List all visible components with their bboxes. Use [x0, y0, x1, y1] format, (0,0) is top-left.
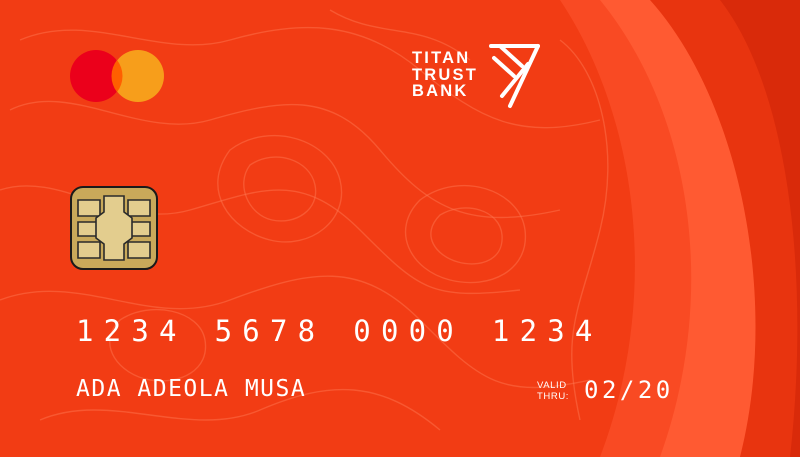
- valid-label-line1: VALID: [537, 380, 567, 391]
- emv-chip-icon: [70, 186, 158, 270]
- card-number-group-1: 1234: [76, 314, 187, 348]
- card-number-group-3: 0000: [353, 314, 464, 348]
- bank-name-line3: BANK: [412, 82, 469, 100]
- mastercard-logo-icon: [70, 50, 170, 102]
- valid-label-line2: THRU:: [537, 391, 570, 402]
- bank-logo-icon: [489, 44, 540, 108]
- bank-name-line2: TRUST: [412, 65, 478, 84]
- valid-thru-label: VALID THRU:: [537, 380, 569, 402]
- expiry-date: 02/20: [584, 376, 674, 404]
- bank-name-line1: TITAN: [412, 49, 471, 67]
- card-number-group-4: 1234: [491, 314, 603, 348]
- bank-name: TITAN TRUST BANK: [412, 50, 478, 100]
- card-holder-name: ADA ADEOLA MUSA: [76, 376, 307, 402]
- card-number-group-2: 5678: [214, 314, 326, 348]
- card-number: 1234 5678 0000 1234: [76, 314, 603, 348]
- credit-card: TITAN TRUST BANK 1234 5678 0000 1234 ADA: [0, 0, 800, 457]
